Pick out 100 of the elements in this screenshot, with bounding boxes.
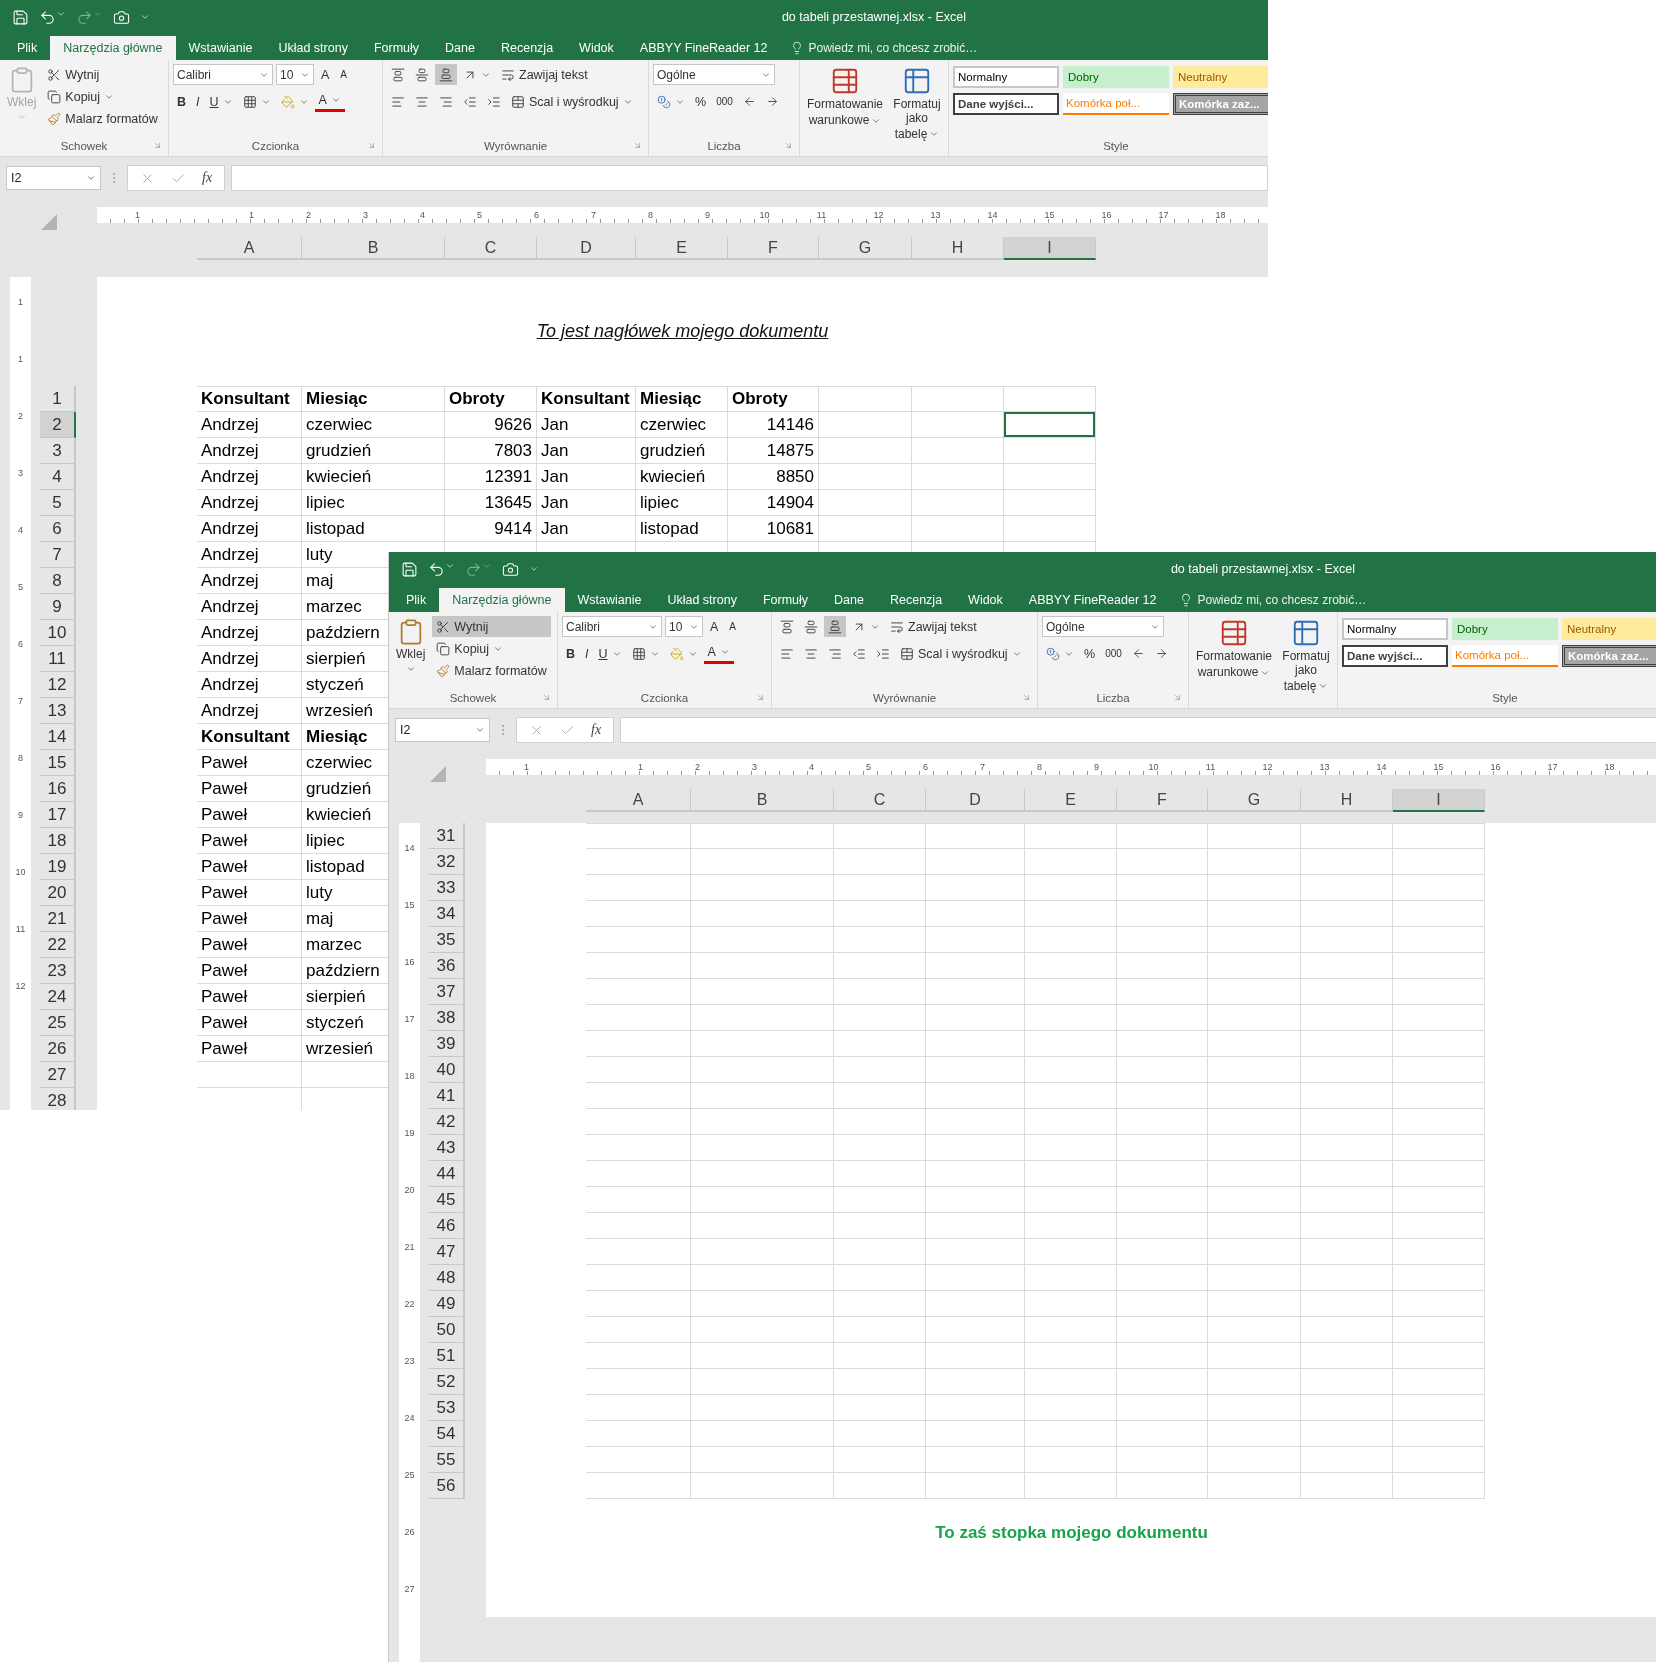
cell-style-option[interactable]: Normalny [953,66,1059,88]
row-header[interactable]: 6 [40,516,76,542]
undo-button[interactable] [39,8,66,26]
number-format-dropdown[interactable]: Ogólne [1042,616,1164,637]
formula-input[interactable] [620,717,1656,743]
column-header[interactable]: I [1004,237,1096,260]
cell-style-option[interactable]: Dobry [1452,618,1558,640]
decrease-font-button[interactable]: A [725,616,740,637]
decrease-font-button[interactable]: A [336,64,351,85]
number-format-dropdown[interactable]: Ogólne [653,64,775,85]
insert-function-button[interactable]: fx [202,170,213,186]
cell-style-option[interactable]: Neutralny [1562,618,1656,640]
column-header[interactable]: H [1301,789,1393,812]
row-header[interactable]: 41 [429,1083,465,1109]
row-header[interactable]: 23 [40,958,76,984]
cell-style-option[interactable]: Normalny [1342,618,1448,640]
row-header[interactable]: 50 [429,1317,465,1343]
column-header[interactable]: G [819,237,912,260]
name-box[interactable]: I2 [395,718,490,742]
ribbon-tab[interactable]: Formuły [360,36,433,60]
row-header[interactable]: 42 [429,1109,465,1135]
column-header[interactable]: G [1208,789,1301,812]
row-header[interactable]: 35 [429,927,465,953]
bold-button[interactable]: B [562,643,580,664]
row-header[interactable]: 51 [429,1343,465,1369]
cell-style-option[interactable]: Dane wyjści... [953,93,1059,115]
merge-button[interactable]: Scal i wyśrodkuj [896,643,1026,664]
ribbon-tab[interactable]: Dane [821,588,877,612]
insert-function-button[interactable]: fx [591,722,602,738]
row-header[interactable]: 25 [40,1010,76,1036]
customize-toolbar-button[interactable] [140,12,150,22]
row-header[interactable]: 2 [40,412,76,438]
row-header[interactable]: 19 [40,854,76,880]
row-header[interactable]: 26 [40,1036,76,1062]
row-header[interactable]: 31 [429,823,465,849]
format-painter-button[interactable]: Malarz formatów [43,108,162,129]
font-color-button[interactable]: A [703,643,734,664]
ribbon-tab[interactable]: Narzędzia główne [50,36,176,60]
customize-toolbar-button[interactable] [529,564,539,574]
row-header[interactable]: 11 [40,646,76,672]
row-header[interactable]: 40 [429,1057,465,1083]
row-header[interactable]: 56 [429,1473,465,1499]
tell-me-search[interactable]: Powiedz mi, co chcesz zrobić… [780,36,988,60]
row-header[interactable]: 13 [40,698,76,724]
row-header[interactable]: 45 [429,1187,465,1213]
save-button[interactable] [401,560,418,578]
row-header[interactable]: 44 [429,1161,465,1187]
row-header[interactable]: 7 [40,542,76,568]
column-header[interactable]: F [1117,789,1208,812]
ribbon-tab[interactable]: ABBYY FineReader 12 [1015,588,1170,612]
row-header[interactable]: 38 [429,1005,465,1031]
cell-style-option[interactable]: Dane wyjści... [1342,645,1448,667]
row-header[interactable]: 4 [40,464,76,490]
ribbon-tab[interactable]: Układ strony [654,588,750,612]
column-header[interactable]: E [1025,789,1117,812]
ribbon-tab[interactable]: Wstawianie [175,36,266,60]
row-header[interactable]: 43 [429,1135,465,1161]
vertical-align-button[interactable] [824,616,846,637]
row-header[interactable]: 55 [429,1447,465,1473]
column-header[interactable]: E [636,237,728,260]
cell-style-option[interactable]: Dobry [1063,66,1169,88]
column-header[interactable]: B [302,237,445,260]
row-header[interactable]: 37 [429,979,465,1005]
underline-button[interactable]: U [205,91,237,112]
row-header[interactable]: 47 [429,1239,465,1265]
ribbon-tab[interactable]: Układ strony [265,36,361,60]
ribbon-tab[interactable]: Wstawianie [564,588,655,612]
formula-input[interactable] [231,165,1268,191]
copy-button[interactable]: Kopiuj [43,86,162,107]
column-header[interactable]: D [926,789,1025,812]
column-header[interactable]: B [691,789,834,812]
column-header[interactable]: A [586,789,691,812]
row-header[interactable]: 22 [40,932,76,958]
italic-button[interactable]: I [581,643,593,664]
cut-button[interactable]: Wytnij [432,616,551,637]
format-painter-button[interactable]: Malarz formatów [432,660,551,681]
column-header[interactable]: C [834,789,926,812]
undo-button[interactable] [428,560,455,578]
paste-button[interactable]: Wklej [393,616,429,688]
row-header[interactable]: 14 [40,724,76,750]
italic-button[interactable]: I [192,91,204,112]
row-header[interactable]: 46 [429,1213,465,1239]
copy-button[interactable]: Kopiuj [432,638,551,659]
column-header[interactable]: H [912,237,1004,260]
row-header[interactable]: 9 [40,594,76,620]
font-size-dropdown[interactable]: 10 [665,616,703,637]
cut-button[interactable]: Wytnij [43,64,162,85]
ribbon-tab[interactable]: Widok [955,588,1016,612]
camera-button[interactable] [113,8,130,26]
row-header[interactable]: 52 [429,1369,465,1395]
redo-button[interactable] [465,560,492,578]
row-header[interactable]: 5 [40,490,76,516]
font-name-dropdown[interactable]: Calibri [173,64,273,85]
row-header[interactable]: 12 [40,672,76,698]
column-header[interactable]: D [537,237,636,260]
redo-button[interactable] [76,8,103,26]
row-header[interactable]: 3 [40,438,76,464]
tell-me-search[interactable]: Powiedz mi, co chcesz zrobić… [1169,588,1377,612]
ribbon-tab[interactable]: Widok [566,36,627,60]
increase-font-button[interactable]: A [317,64,334,85]
